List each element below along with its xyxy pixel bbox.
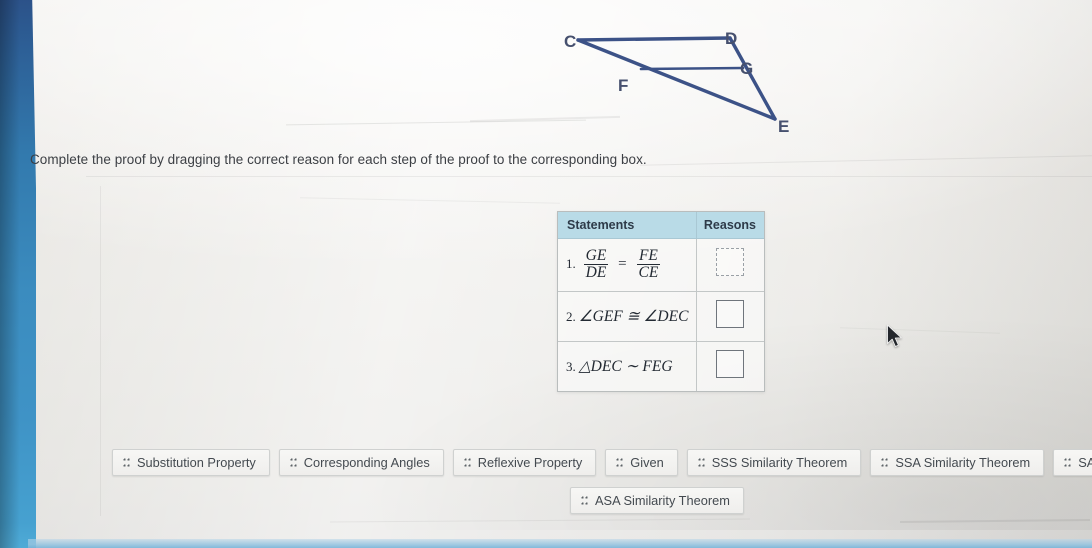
answer-chip-label: Given	[630, 455, 664, 470]
fraction-left-1: GE DE	[583, 247, 609, 282]
fraction-numerator: GE	[585, 247, 607, 264]
segment-FG	[639, 66, 745, 71]
figure-label-G: G	[740, 59, 754, 78]
answer-chip-reflexive-property[interactable]: Reflexive Property	[452, 449, 597, 476]
answer-chip-sss-similarity-theorem[interactable]: SSS Similarity Theorem	[686, 449, 862, 476]
fraction-denominator: CE	[636, 264, 661, 282]
equals-sign: =	[618, 256, 627, 273]
drag-handle-icon	[463, 457, 471, 468]
column-header-statements: Statements	[558, 212, 697, 239]
statement-cell-2: 2. ∠GEF ≅ ∠DEC	[558, 290, 697, 342]
segment-CD	[576, 36, 732, 42]
instruction-text: Complete the proof by dragging the corre…	[30, 152, 647, 167]
reason-cell-1	[696, 238, 764, 292]
drag-handle-icon	[1064, 457, 1072, 468]
fraction-numerator: FE	[638, 247, 658, 264]
figure-label-E: E	[778, 117, 790, 136]
answer-chips-row-1: Substitution Property Corresponding Angl…	[112, 449, 1092, 476]
drag-handle-icon	[123, 457, 130, 468]
statement-number-1: 1.	[566, 256, 576, 272]
table-row: 1. GE DE = FE CE	[558, 238, 764, 292]
statement-text-3: △DEC ∼ FEG	[578, 357, 673, 375]
drag-handle-icon	[881, 457, 889, 468]
answer-chip-label: SSS Similarity Theorem	[711, 455, 848, 470]
answer-chip-asa-similarity-theorem[interactable]: ASA Similarity Theorem	[570, 487, 744, 514]
column-header-reasons: Reasons	[696, 212, 764, 239]
geometry-figure: C D G F E	[540, 14, 860, 154]
answer-chip-substitution-property[interactable]: Substitution Property	[112, 449, 270, 476]
answer-chip-label: ASA Similarity Theorem	[595, 493, 730, 508]
fraction-right-1: FE CE	[636, 247, 661, 282]
statement-1: 1. GE DE = FE CE	[566, 247, 661, 281]
fraction-denominator: DE	[583, 264, 609, 282]
answer-chip-label: Corresponding Angles	[303, 455, 430, 470]
reason-cell-2	[696, 290, 764, 342]
statement-cell-1: 1. GE DE = FE CE	[558, 238, 697, 292]
proof-table: Statements Reasons 1. GE DE = FE CE 2. ∠…	[557, 211, 765, 392]
statement-number-3: 3.	[566, 358, 576, 374]
statement-cell-3: 3. △DEC ∼ FEG	[558, 340, 697, 391]
geometry-figure-svg	[576, 36, 777, 121]
figure-label-C: C	[564, 32, 577, 51]
statement-text-2: ∠GEF ≅ ∠DEC	[578, 307, 689, 325]
drag-handle-icon	[581, 495, 588, 506]
answer-chip-corresponding-angles[interactable]: Corresponding Angles	[278, 449, 444, 476]
drag-handle-icon	[697, 457, 705, 468]
reason-dropbox-2[interactable]	[716, 299, 745, 328]
answer-chip-ssa-similarity-theorem[interactable]: SSA Similarity Theorem	[870, 449, 1045, 476]
drag-handle-icon	[616, 457, 624, 468]
answer-chip-label: SAS Similarity Theorem	[1078, 455, 1092, 470]
answer-chip-sas-similarity-theorem[interactable]: SAS Similarity Theorem	[1053, 449, 1092, 476]
figure-label-F: F	[618, 76, 629, 95]
statement-3: 3. △DEC ∼ FEG	[566, 358, 673, 375]
table-row: 3. △DEC ∼ FEG	[558, 340, 764, 391]
answer-chips-row-2: ASA Similarity Theorem	[570, 487, 744, 514]
reason-dropbox-3[interactable]	[716, 349, 745, 378]
answer-chip-label: Substitution Property	[137, 455, 256, 470]
table-header-row: Statements Reasons	[558, 212, 764, 239]
statement-number-2: 2.	[566, 308, 576, 324]
screenshot-root: C D G F E Complete the proof by dragging…	[0, 0, 1092, 548]
answer-chip-given[interactable]: Given	[605, 449, 678, 476]
table-row: 2. ∠GEF ≅ ∠DEC	[558, 290, 764, 342]
statement-2: 2. ∠GEF ≅ ∠DEC	[566, 308, 688, 325]
reason-dropbox-1[interactable]	[716, 248, 745, 277]
figure-label-D: D	[725, 29, 738, 48]
reason-cell-3	[696, 340, 764, 391]
answer-chip-label: Reflexive Property	[477, 455, 583, 470]
segment-CE	[576, 38, 777, 121]
answer-chip-label: SSA Similarity Theorem	[895, 455, 1031, 470]
drag-handle-icon	[289, 457, 297, 468]
